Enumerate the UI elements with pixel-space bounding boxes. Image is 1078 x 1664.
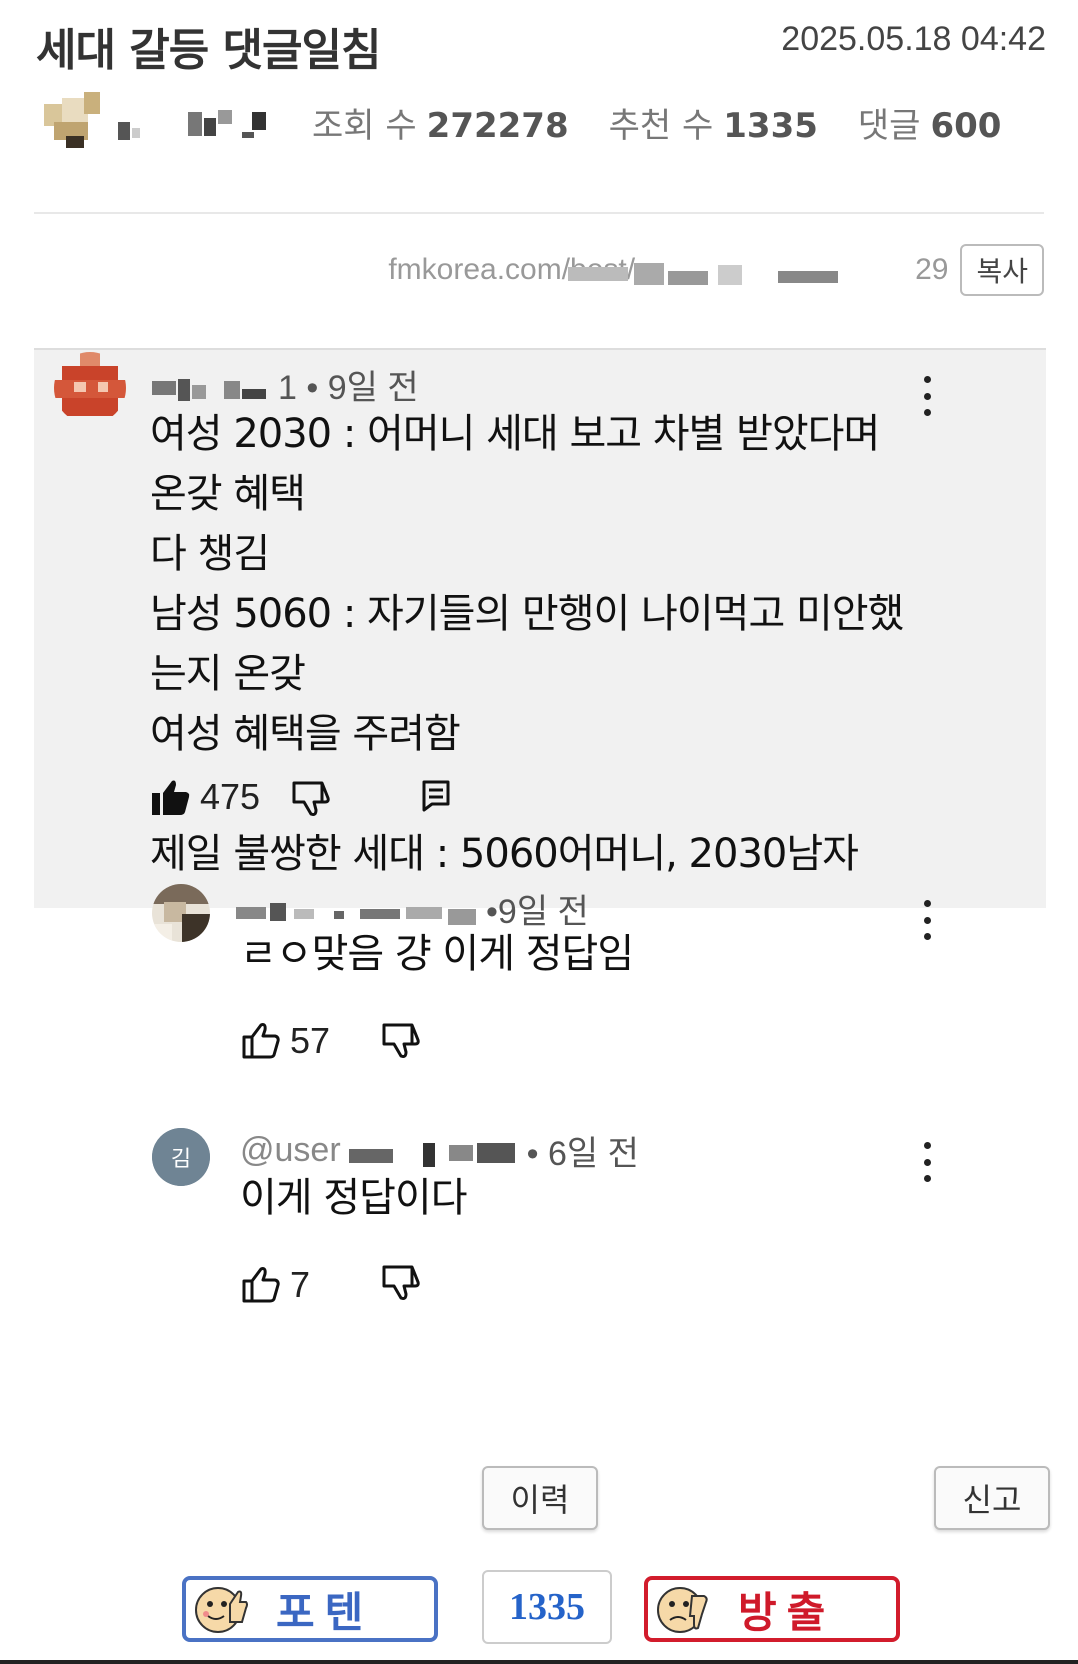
comments-stat: 댓글 600 <box>857 106 1002 146</box>
reply-menu-icon[interactable] <box>920 1142 934 1182</box>
upvote-button[interactable]: 포텐 <box>182 1576 438 1642</box>
thumbs-down-icon <box>382 1022 420 1058</box>
downvote-label: 방출 <box>738 1587 836 1637</box>
reply-avatar: 김 <box>152 1128 210 1186</box>
comment-menu-icon[interactable] <box>920 376 934 416</box>
reply-button[interactable] <box>422 780 450 812</box>
like-button[interactable]: 7 <box>242 1264 310 1306</box>
upvote-label: 포텐 <box>276 1587 374 1637</box>
reply-avatar <box>152 884 210 942</box>
reply-icon <box>422 780 450 812</box>
like-count: 475 <box>200 776 261 817</box>
downvote-button[interactable]: 방출 <box>644 1576 900 1642</box>
thumbs-down-face-icon <box>656 1582 710 1636</box>
post-title: 세대 갈등 댓글일침 <box>36 25 381 76</box>
header-divider <box>34 212 1044 214</box>
dislike-button[interactable] <box>382 1264 420 1300</box>
post-url[interactable]: fmkorea.com/best/29 <box>388 253 948 287</box>
like-count: 7 <box>290 1264 311 1305</box>
post-date: 2025.05.18 04:42 <box>781 20 1046 58</box>
like-button[interactable]: 475 <box>152 776 260 818</box>
reply-text: 이게 정답이다 <box>240 1175 468 1221</box>
thumbs-down-icon <box>382 1264 420 1300</box>
thumbs-up-filled-icon <box>152 779 190 815</box>
thumbs-up-face-icon <box>194 1582 248 1636</box>
comment-text: 여성 2030 : 어머니 세대 보고 차별 받았다며 온갖 혜택 다 챙김 남… <box>150 411 904 877</box>
dislike-button[interactable] <box>292 780 330 816</box>
thumbs-down-icon <box>292 780 330 816</box>
thumbs-up-icon <box>242 1267 280 1303</box>
url-redacted <box>538 261 839 287</box>
vote-count: 1335 <box>482 1570 612 1644</box>
commenter-name-redacted <box>348 1139 519 1167</box>
reply-menu-icon[interactable] <box>920 900 934 940</box>
recommend-stat: 추천 수 1335 <box>608 106 818 146</box>
report-button[interactable]: 신고 <box>934 1466 1050 1530</box>
like-count: 57 <box>290 1020 331 1061</box>
bottom-border <box>0 1660 1078 1664</box>
author-name-redacted <box>118 108 293 144</box>
views-stat: 조회 수 272278 <box>312 106 569 146</box>
post-url-row: fmkorea.com/best/29 복사 <box>388 244 1044 296</box>
comment-meta: 1 • 9일 전 <box>152 360 419 409</box>
comment-avatar <box>54 352 126 424</box>
reply-text: ㄹㅇ맞음 걍 이게 정답임 <box>240 931 634 977</box>
post-stats: 조회 수 272278 추천 수 1335 댓글 600 <box>312 98 1001 147</box>
svg-text:김: 김 <box>171 1147 191 1172</box>
history-button[interactable]: 이력 <box>482 1466 598 1530</box>
author-avatar[interactable] <box>40 92 106 158</box>
dislike-button[interactable] <box>382 1022 420 1058</box>
like-button[interactable]: 57 <box>242 1020 330 1062</box>
commenter-name-redacted <box>152 373 270 401</box>
thumbs-up-icon <box>242 1023 280 1059</box>
copy-url-button[interactable]: 복사 <box>960 244 1044 296</box>
commenter-name-redacted <box>236 897 478 925</box>
